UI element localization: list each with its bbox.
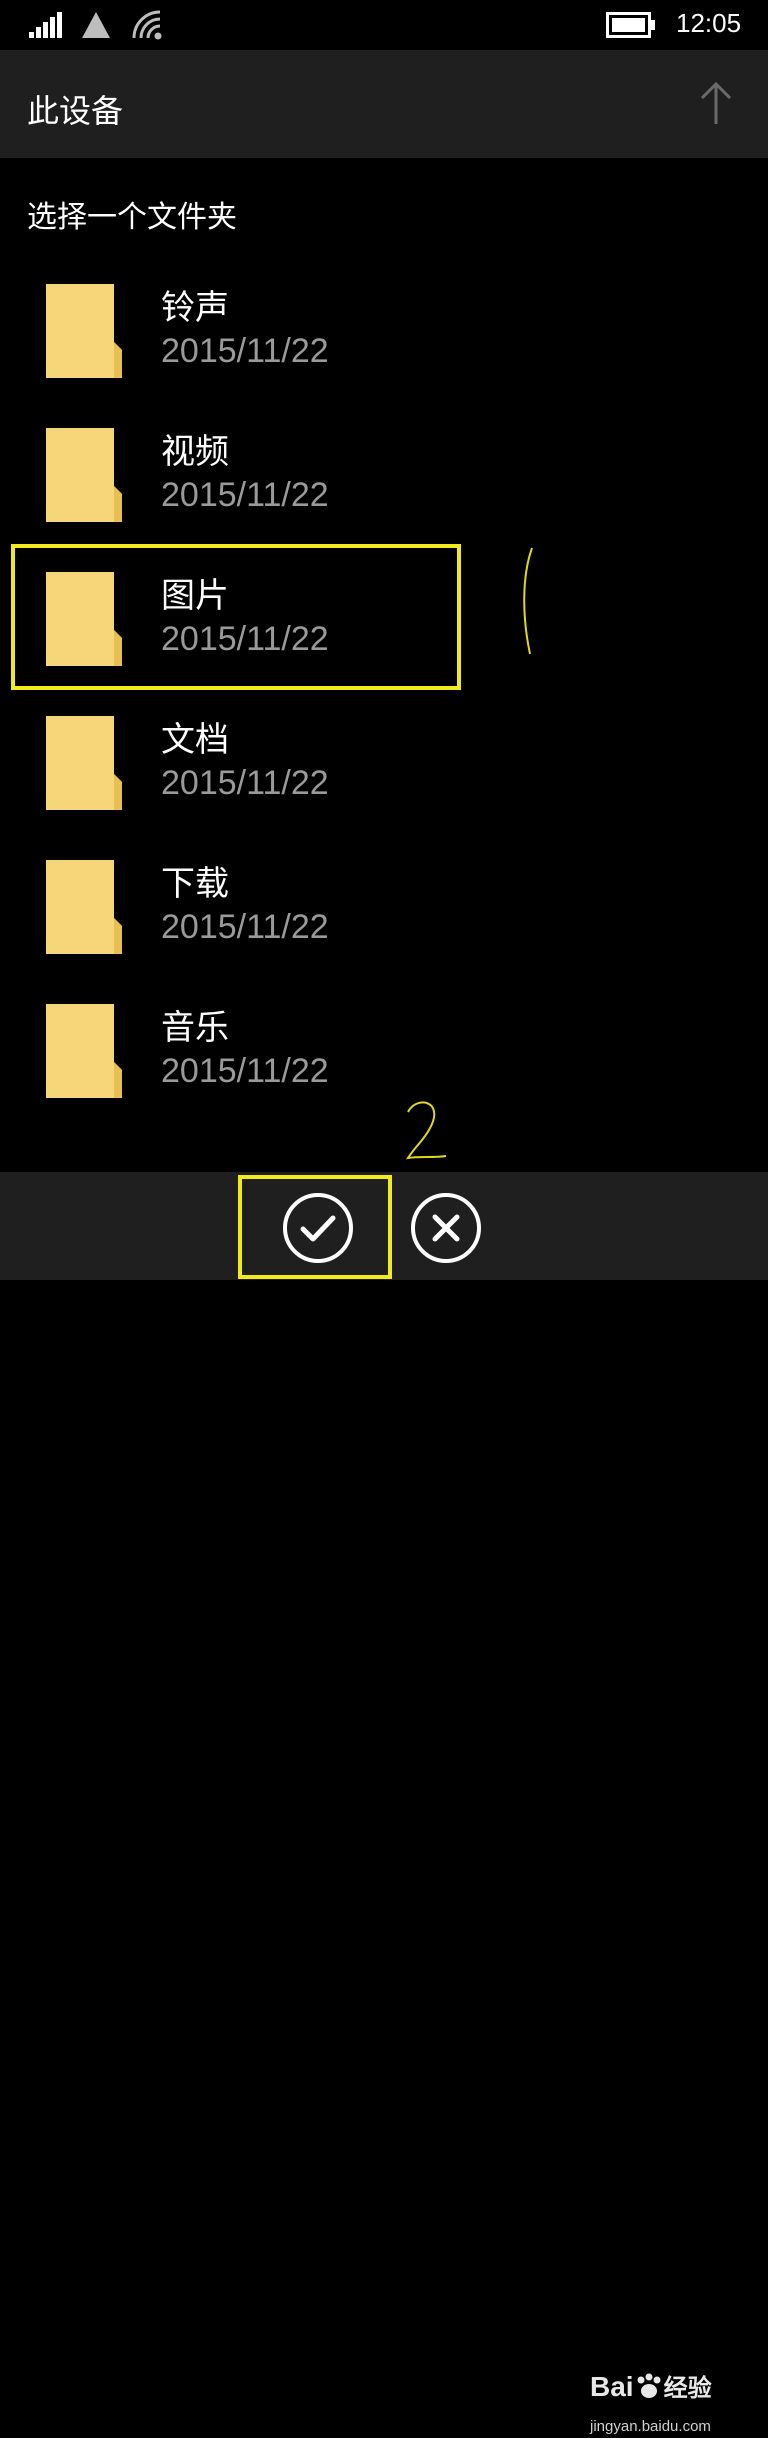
folder-item[interactable]: 下载 2015/11/22 (14, 846, 454, 982)
folder-name: 下载 (161, 864, 229, 904)
watermark-logo: Bai 经验 (590, 2368, 712, 2403)
folder-date: 2015/11/22 (161, 620, 329, 658)
signal-icon (29, 12, 62, 38)
annotation-mark-two (406, 1101, 447, 1160)
folder-name: 视频 (161, 432, 229, 472)
folder-date: 2015/11/22 (161, 1052, 329, 1090)
status-bar: 12:05 (0, 0, 768, 50)
folder-name: 图片 (161, 576, 229, 616)
folder-icon (46, 716, 122, 810)
paw-icon (637, 2373, 661, 2398)
watermark-logo-cn: 经验 (663, 2374, 712, 2402)
folder-name: 音乐 (161, 1008, 229, 1048)
watermark-url: jingyan.baidu.com (590, 2418, 711, 2435)
close-icon[interactable] (410, 1192, 482, 1264)
folder-item[interactable]: 音乐 2015/11/22 (14, 990, 454, 1126)
folder-date: 2015/11/22 (161, 764, 329, 802)
folder-item[interactable]: 铃声 2015/11/22 (14, 270, 454, 406)
watermark-logo-latin: Bai (590, 2371, 634, 2402)
folder-icon (46, 428, 122, 522)
folder-icon (46, 860, 122, 954)
folder-item[interactable]: 图片 2015/11/22 (14, 558, 454, 694)
folder-icon (46, 572, 122, 666)
header: 此设备 (0, 50, 768, 158)
folder-picker-subtitle: 选择一个文件夹 (27, 200, 237, 235)
folder-icon (46, 284, 122, 378)
wifi-icon (132, 10, 162, 40)
annotation-mark-one (523, 547, 533, 655)
arrow-up-icon[interactable] (694, 80, 738, 128)
folder-date: 2015/11/22 (161, 476, 329, 514)
battery-icon (606, 12, 655, 38)
folder-icon (46, 1004, 122, 1098)
folder-item[interactable]: 视频 2015/11/22 (14, 414, 454, 550)
clock: 12:05 (676, 8, 742, 38)
checkmark-icon[interactable] (282, 1192, 354, 1264)
app-bar: Bai 经验 jingyan.baidu.com (0, 1172, 768, 2435)
folder-name: 文档 (161, 720, 229, 760)
folder-item[interactable]: 文档 2015/11/22 (14, 702, 454, 838)
folder-date: 2015/11/22 (161, 908, 329, 946)
page-title: 此设备 (27, 92, 124, 130)
navigation-arrow-icon (82, 12, 110, 38)
baidu-jingyan-watermark: Bai 经验 jingyan.baidu.com (590, 2368, 740, 2438)
folder-date: 2015/11/22 (161, 332, 329, 370)
folder-name: 铃声 (161, 288, 229, 328)
